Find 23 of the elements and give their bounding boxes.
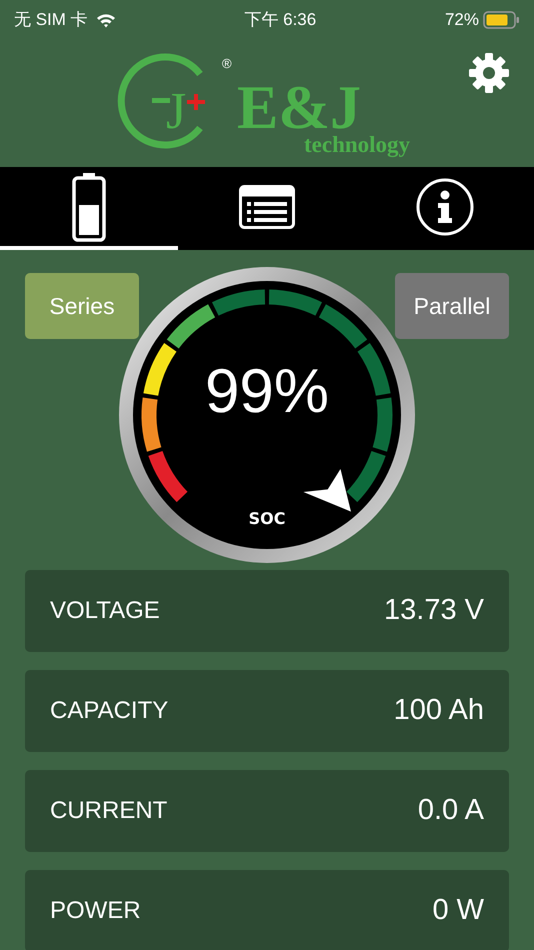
gauge-pointer [303, 469, 351, 512]
reading-name: CAPACITY [50, 696, 168, 726]
carrier-text: 无 SIM 卡 [14, 9, 88, 32]
reading-name: VOLTAGE [50, 596, 160, 626]
reading-value: 13.73 V [384, 593, 484, 628]
soc-percent: 99% [204, 357, 330, 426]
reading-name: CURRENT [50, 796, 168, 826]
mode-button[interactable]: Parallel [395, 273, 509, 339]
settings-icon[interactable] [468, 52, 510, 94]
clock-text: 下午 6:36 [244, 9, 316, 32]
gauge-label: SOC [248, 509, 286, 528]
reading-value: 100 Ah [394, 693, 484, 728]
battery-icon [482, 11, 520, 29]
reading-value: 0 W [432, 893, 484, 928]
reading-value: 0.0 A [418, 793, 484, 828]
mode-button[interactable]: Series [25, 273, 139, 339]
battery-icon [72, 172, 106, 242]
wifi-icon [96, 12, 116, 28]
list-icon [239, 184, 295, 228]
battery-percent: 72% [444, 9, 479, 32]
info-icon [416, 178, 474, 236]
logo: J E&J ® technology [118, 54, 410, 157]
reading-name: POWER [50, 896, 141, 926]
